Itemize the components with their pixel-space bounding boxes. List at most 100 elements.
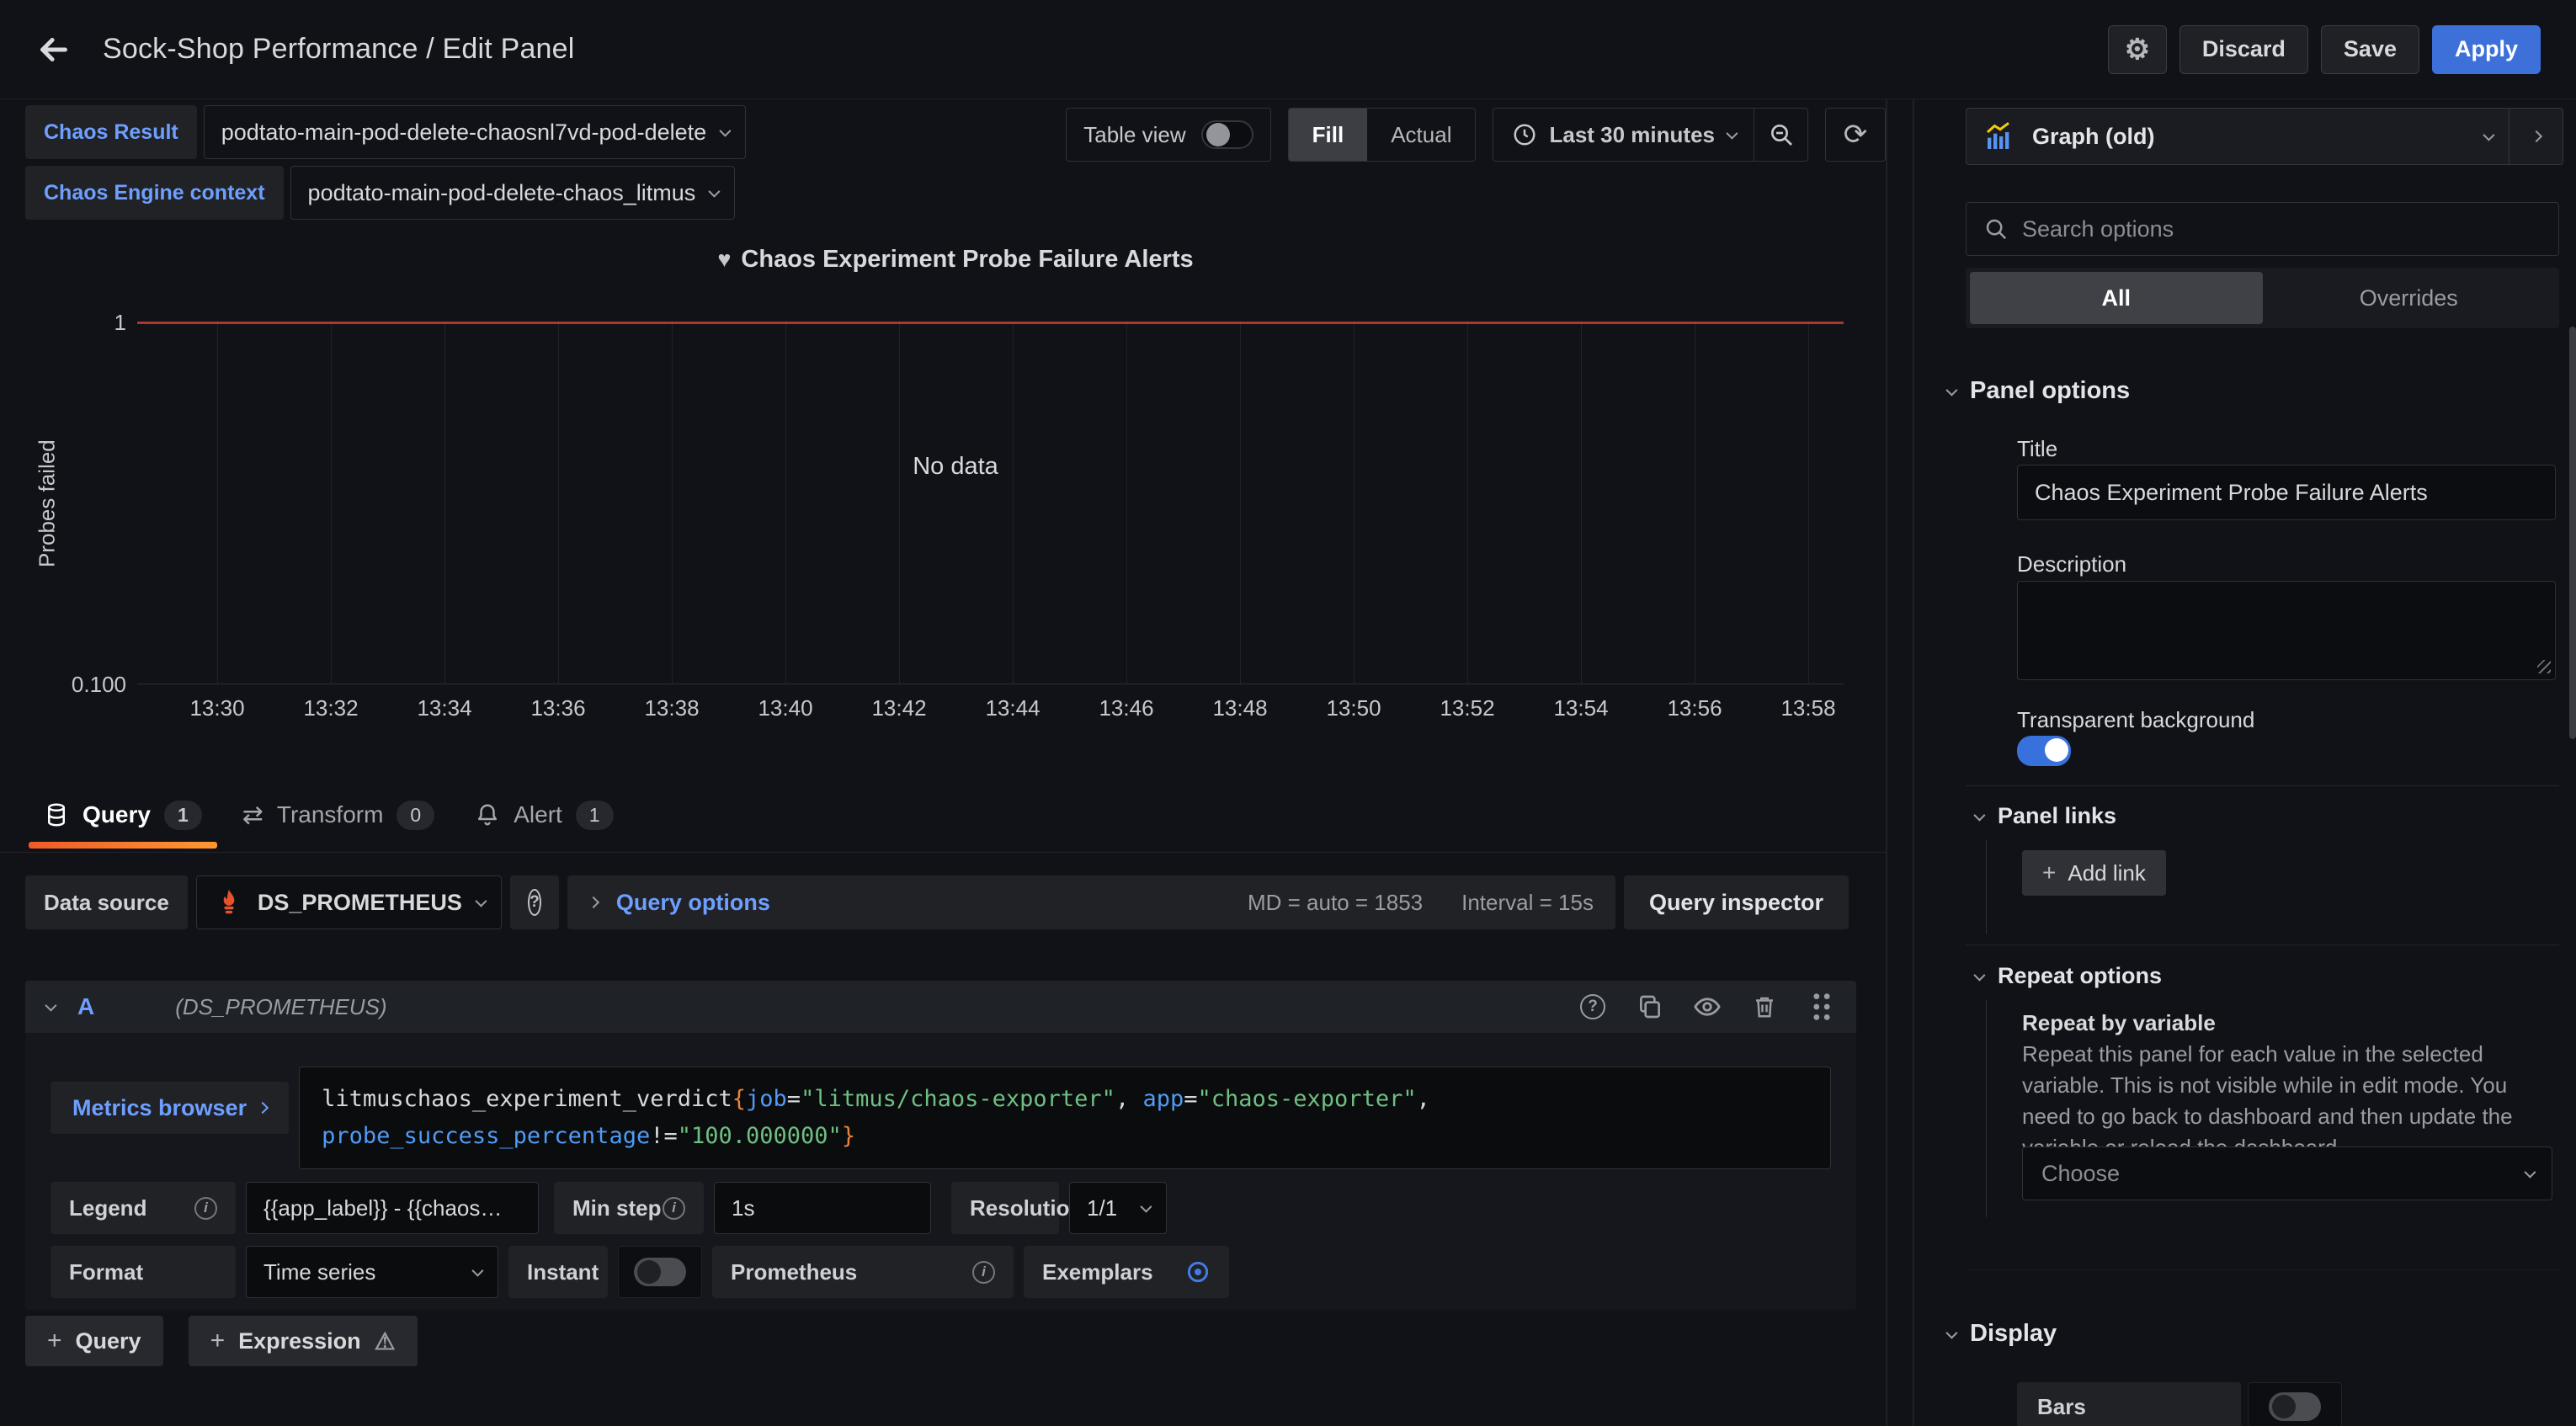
chart-gridline [1467,322,1468,684]
tabs-divider [0,852,1886,853]
chart-gridline [785,322,786,684]
query-options-toggle[interactable]: Query options MD = auto = 1853 Interval … [567,875,1615,929]
plot-area[interactable]: 13:3013:3213:3413:3613:3813:4013:4213:44… [137,322,1844,684]
resolution-value: 1/1 [1087,1195,1117,1221]
tab-query[interactable]: Query 1 [44,786,202,843]
add-query-label: Query [76,1328,141,1354]
chevron-down-icon [1973,969,1985,981]
refresh-button[interactable]: ⟳ [1825,108,1886,162]
time-range-button[interactable]: Last 30 minutes [1493,122,1754,148]
bell-icon [475,802,500,827]
panel-description-input[interactable] [2017,581,2556,680]
tab-label: Alert [514,801,562,828]
panel-settings-button[interactable]: ⚙ [2108,25,2167,74]
repeat-options-header-text: Repeat options [1998,963,2162,989]
toggle-knob [1206,123,1230,146]
collapse-query-icon[interactable] [45,1000,56,1012]
apply-button[interactable]: Apply [2432,25,2541,74]
filter-tab-overrides[interactable]: Overrides [2263,272,2556,324]
promql-token-plain: litmuschaos_experiment_verdict [322,1086,732,1112]
max-datapoints-info: MD = auto = 1853 [1248,890,1423,916]
query-help-button[interactable]: ? [1578,992,1607,1021]
x-axis-tick-label: 13:40 [758,695,812,721]
min-step-input[interactable]: 1s [714,1182,931,1234]
panel-options-pane: Graph (old) All Overrides Panel options … [1914,99,2576,1426]
actual-option[interactable]: Actual [1367,109,1475,161]
tab-alert[interactable]: Alert 1 [475,786,613,843]
query-row-actions: ? [1578,992,1836,1021]
section-guide-line [1986,1000,1987,1217]
arrow-left-icon [35,30,73,69]
query-inspector-button[interactable]: Query inspector [1624,875,1849,929]
add-query-button[interactable]: + Query [25,1316,163,1366]
top-bar: Sock-Shop Performance / Edit Panel ⚙ Dis… [0,0,2576,99]
discard-button[interactable]: Discard [2179,25,2308,74]
variable-value: podtato-main-pod-delete-chaosnl7vd-pod-d… [221,120,706,146]
textarea-resize-handle[interactable] [2537,660,2551,673]
drag-query-handle[interactable] [1807,992,1836,1021]
table-view-toggle[interactable] [1201,120,1253,149]
zoom-out-button[interactable] [1754,109,1807,161]
x-axis-tick-label: 13:34 [417,695,471,721]
add-link-label: Add link [2068,860,2146,886]
instant-toggle[interactable] [634,1258,686,1286]
display-section-header[interactable]: Display [1946,1320,2057,1348]
variable-dropdown-chaos-result[interactable]: podtato-main-pod-delete-chaosnl7vd-pod-d… [204,105,746,159]
options-scrollbar-thumb[interactable] [2569,327,2576,739]
fill-option[interactable]: Fill [1289,109,1368,161]
add-expression-button[interactable]: + Expression ⚠ [189,1316,418,1366]
format-select[interactable]: Time series [246,1246,498,1298]
options-search-input[interactable] [2022,216,2541,242]
panel-options-header[interactable]: Panel options [1946,377,2130,405]
panel-title-input[interactable] [2017,465,2556,520]
query-editor-card: A (DS_PROMETHEUS) ? [25,981,1856,1310]
legend-format-input[interactable]: {{app_label}} - {{chaos… [246,1182,539,1234]
x-axis-tick-label: 13:46 [1099,695,1153,721]
info-icon: i [194,1197,217,1220]
visualization-picker[interactable]: Graph (old) [1966,108,2563,165]
chart-gridline [1240,322,1241,684]
disable-query-button[interactable] [1693,992,1722,1021]
toggle-knob [2045,738,2068,762]
view-controls: Table view Fill Actual Last 30 minutes ⟳ [1066,108,1886,162]
panel-links-header[interactable]: Panel links [1974,803,2116,829]
time-range-label: Last 30 minutes [1549,122,1715,148]
variable-row: Chaos Engine context podtato-main-pod-de… [25,166,746,220]
chart-gridline [672,322,673,684]
x-axis-tick-label: 13:50 [1326,695,1381,721]
toggle-knob [637,1260,661,1284]
exemplars-icon[interactable] [1185,1259,1211,1285]
duplicate-query-button[interactable] [1636,992,1664,1021]
datasource-help-button[interactable]: ? [510,875,559,929]
visualization-picker-main[interactable]: Graph (old) [1967,120,2509,153]
promql-token-brace: { [732,1086,746,1112]
panel-links-header-text: Panel links [1998,803,2116,829]
transparent-background-toggle[interactable] [2017,736,2071,766]
remove-query-button[interactable] [1750,992,1779,1021]
chart-gridline [899,322,900,684]
collapse-options-button[interactable] [2509,109,2563,164]
transform-icon: ⇄ [242,801,263,830]
repeat-variable-select[interactable]: Choose [2022,1147,2552,1200]
query-row-header[interactable]: A (DS_PROMETHEUS) ? [25,981,1856,1033]
metrics-browser-button[interactable]: Metrics browser [51,1082,289,1134]
back-button[interactable] [29,24,79,75]
query-expression-row: Metrics browser litmuschaos_experiment_v… [51,1067,1831,1169]
x-axis-tick-label: 13:38 [644,695,699,721]
add-link-button[interactable]: + Add link [2022,850,2166,896]
warning-icon: ⚠ [375,1328,396,1355]
save-button[interactable]: Save [2321,25,2419,74]
variable-dropdown-chaos-engine-context[interactable]: podtato-main-pod-delete-chaos_litmus [290,166,736,220]
editor-tabs: Query 1 ⇄ Transform 0 Alert 1 [44,786,614,843]
datasource-picker[interactable]: DS_PROMETHEUS [196,875,502,929]
bars-toggle[interactable] [2269,1392,2321,1421]
filter-tab-all[interactable]: All [1970,272,2263,324]
format-field-label: Format [51,1246,236,1298]
prometheus-field-label: Prometheus i [712,1246,1014,1298]
tab-transform[interactable]: ⇄ Transform 0 [242,786,434,843]
query-options-label: Query options [616,890,770,916]
promql-expression-input[interactable]: litmuschaos_experiment_verdict{job="litm… [299,1067,1831,1169]
repeat-options-header[interactable]: Repeat options [1974,963,2162,989]
resolution-select[interactable]: 1/1 [1069,1182,1167,1234]
panel-options-header-text: Panel options [1970,377,2130,405]
